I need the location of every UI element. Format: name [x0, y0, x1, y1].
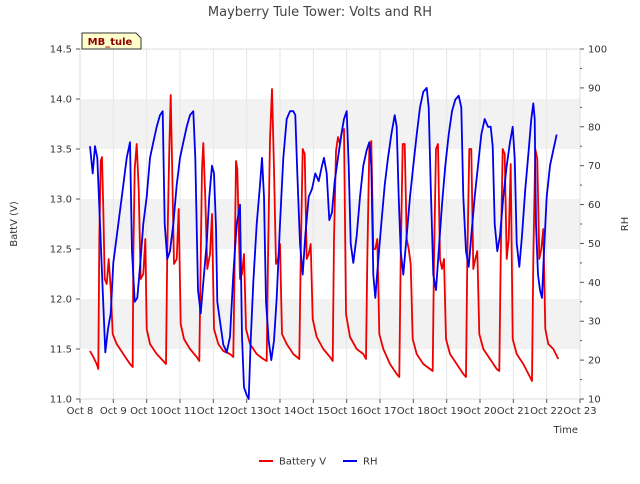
x-tick-label: Oct 16: [330, 406, 363, 417]
right-tick-label: 40: [588, 278, 601, 289]
left-tick-label: 11.0: [50, 395, 72, 406]
x-tick-label: Oct 8: [67, 406, 94, 417]
grid-band: [80, 99, 580, 149]
x-tick-label: Oct 15: [297, 406, 330, 417]
left-tick-label: 14.0: [50, 95, 72, 106]
x-tick-label: Oct 20: [463, 406, 496, 417]
right-tick-label: 20: [588, 356, 601, 367]
y-axis-label-left: BattV (V): [9, 201, 20, 247]
grid-band: [80, 249, 580, 299]
right-tick-label: 10: [588, 395, 601, 406]
left-tick-label: 12.0: [50, 295, 72, 306]
right-tick-label: 60: [588, 200, 601, 211]
left-tick-label: 12.5: [50, 245, 72, 256]
y-axis-label-right: RH: [620, 217, 631, 231]
x-tick-label: Oct 21: [497, 406, 530, 417]
x-tick-label: Oct 23: [563, 406, 596, 417]
x-tick-label: Oct 10: [130, 406, 163, 417]
x-tick-label: Oct 9: [100, 406, 127, 417]
station-tag: MB_tule: [81, 32, 142, 50]
x-tick-label: Oct 19: [430, 406, 463, 417]
grid-bands: [80, 49, 580, 399]
x-tick-label: Oct 12: [197, 406, 230, 417]
left-tick-label: 11.5: [50, 345, 72, 356]
x-tick-label: Oct 22: [530, 406, 563, 417]
grid-band: [80, 299, 580, 349]
station-tag-label: MB_tule: [88, 37, 133, 48]
right-tick-label: 100: [588, 45, 607, 56]
x-tick-label: Oct 14: [263, 406, 296, 417]
legend-label-battery-v: Battery V: [279, 457, 326, 468]
legend: Battery V RH: [259, 457, 377, 468]
x-tick-label: Oct 18: [397, 406, 430, 417]
chart-title: Mayberry Tule Tower: Volts and RH: [208, 5, 432, 20]
right-tick-label: 70: [588, 161, 601, 172]
x-axis-label: Time: [553, 425, 578, 436]
x-tick-label: Oct 11: [163, 406, 196, 417]
right-tick-label: 80: [588, 122, 601, 133]
right-tick-label: 50: [588, 239, 601, 250]
left-tick-label: 14.5: [50, 45, 72, 56]
x-tick-label: Oct 13: [230, 406, 263, 417]
left-tick-label: 13.0: [50, 195, 72, 206]
x-tick-label: Oct 17: [363, 406, 396, 417]
legend-label-rh: RH: [363, 457, 377, 468]
chart-container: 11.0 11.5 12.0 12.5 13.0 13.5 14.0 14.5 10 20 30 40…: [0, 0, 640, 480]
chart-svg: 11.0 11.5 12.0 12.5 13.0 13.5 14.0 14.5 10 20 30 40…: [9, 5, 631, 468]
right-tick-label: 90: [588, 83, 601, 94]
right-tick-label: 30: [588, 317, 601, 328]
left-tick-label: 13.5: [50, 145, 72, 156]
grid-band: [80, 49, 580, 99]
